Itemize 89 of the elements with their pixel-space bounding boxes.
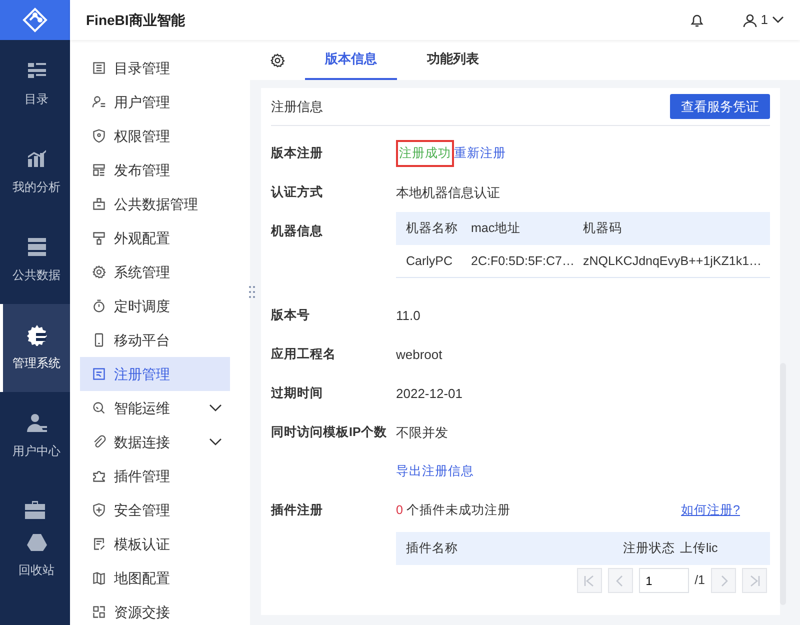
- briefcase-icon: [92, 197, 106, 211]
- column-header: 上传lic: [680, 540, 719, 558]
- re-register-link[interactable]: 重新注册: [454, 144, 506, 163]
- page-field[interactable]: 1: [638, 568, 689, 593]
- menu-item[interactable]: 资源交接: [80, 595, 230, 625]
- column-header: 机器名称: [405, 220, 459, 238]
- layout-icon: [92, 163, 106, 177]
- form-icon: [92, 367, 106, 381]
- field-label: 版本注册: [271, 145, 324, 162]
- menu-item[interactable]: 权限管理: [80, 119, 230, 153]
- table-cell-text: zNQLKCJdnqEvyB++1jKZ1k1…: [583, 252, 763, 270]
- gear-icon: [26, 324, 48, 346]
- page-total: /1: [694, 572, 705, 590]
- shield-icon: [92, 129, 106, 143]
- field-value: 11.0: [396, 306, 420, 325]
- user-icon: [92, 95, 106, 109]
- field-label: 过期时间: [271, 385, 324, 402]
- field-label: 版本号: [271, 307, 311, 324]
- menu-item[interactable]: 发布管理: [80, 153, 230, 187]
- menu-item[interactable]: 移动平台: [80, 323, 230, 357]
- scrollbar[interactable]: [780, 363, 786, 605]
- export-link[interactable]: 导出注册信息: [396, 462, 474, 481]
- field-label: 机器信息: [271, 223, 324, 240]
- column-header: 注册状态: [623, 540, 676, 558]
- rail-item[interactable]: 公共数据: [0, 216, 70, 304]
- rail-item[interactable]: 回收站: [0, 520, 70, 590]
- field-label: 应用工程名: [271, 346, 337, 364]
- field-label: 同时访问模板IP个数: [271, 424, 388, 442]
- rail-item[interactable]: 我的分析: [0, 128, 70, 216]
- field-value: webroot: [396, 346, 442, 364]
- app-title: FineBI商业智能: [86, 10, 185, 30]
- table-cell-text: CarlyPC: [405, 252, 454, 270]
- logo-icon: [22, 7, 48, 33]
- user-name[interactable]: 1: [760, 10, 768, 30]
- view-certificate-button[interactable]: 查看服务凭证: [670, 94, 770, 120]
- chevron-down-icon[interactable]: [209, 404, 222, 412]
- help-link[interactable]: 如何注册?: [681, 501, 740, 520]
- rail-item[interactable]: 目录: [0, 40, 70, 128]
- list-icon: [92, 61, 106, 75]
- field-value: 本地机器信息认证: [396, 184, 500, 202]
- menu-item[interactable]: 智能运维: [80, 391, 230, 425]
- count-text: 0 个插件未成功注册: [396, 502, 510, 520]
- user-icon: [26, 412, 48, 434]
- settings-icon: [92, 265, 106, 279]
- menu-item[interactable]: 目录管理: [80, 51, 230, 85]
- menu-item[interactable]: 安全管理: [80, 493, 230, 527]
- chevron-down-icon[interactable]: [772, 16, 784, 24]
- rail-item[interactable]: 管理系统: [0, 304, 70, 392]
- puzzle-icon: [92, 469, 106, 483]
- timer-icon: [92, 299, 106, 313]
- menu-item[interactable]: 系统管理: [80, 255, 230, 289]
- menu-item[interactable]: 外观配置: [80, 221, 230, 255]
- section-title: 注册信息: [271, 98, 323, 116]
- shield-icon: [92, 503, 106, 517]
- column-header: 插件名称: [405, 540, 459, 558]
- paperclip-icon: [92, 435, 106, 449]
- menu-item[interactable]: 插件管理: [80, 459, 230, 493]
- field-value: 不限并发: [396, 424, 448, 442]
- field-label: 认证方式: [271, 184, 324, 202]
- column-header: 机器码: [583, 220, 623, 238]
- chart-icon: [26, 148, 48, 170]
- bell-icon[interactable]: [688, 12, 705, 28]
- column-header: mac地址: [471, 220, 522, 238]
- table-cell-text: 2C:F0:5D:5F:C7…: [471, 252, 576, 270]
- settings-icon[interactable]: [270, 52, 285, 68]
- blocks-icon: [92, 605, 106, 619]
- field-value: 2022-12-01: [396, 384, 462, 403]
- rail-item[interactable]: 用户中心: [0, 392, 70, 480]
- menu-item[interactable]: 数据连接: [80, 425, 230, 459]
- database-icon: [26, 236, 48, 258]
- map-icon: [92, 571, 106, 585]
- search-icon: [92, 401, 106, 415]
- phone-icon: [92, 333, 106, 347]
- field-label: 插件注册: [271, 502, 324, 520]
- menu-item[interactable]: 模板认证: [80, 527, 230, 561]
- status-text: 注册成功: [396, 140, 454, 167]
- tab[interactable]: 功能列表: [407, 40, 499, 80]
- chevron-down-icon[interactable]: [209, 438, 222, 446]
- tab[interactable]: 版本信息: [305, 40, 397, 80]
- menu-item[interactable]: 用户管理: [80, 85, 230, 119]
- toolbox-icon[interactable]: [24, 500, 46, 520]
- drag-handle-icon[interactable]: [249, 285, 255, 299]
- brush-icon: [92, 231, 106, 245]
- menu-item[interactable]: 公共数据管理: [80, 187, 230, 221]
- menu-item[interactable]: 注册管理: [80, 357, 230, 391]
- document-icon: [92, 537, 106, 551]
- menu-item[interactable]: 定时调度: [80, 289, 230, 323]
- menu-item[interactable]: 地图配置: [80, 561, 230, 595]
- user-icon[interactable]: [742, 12, 757, 28]
